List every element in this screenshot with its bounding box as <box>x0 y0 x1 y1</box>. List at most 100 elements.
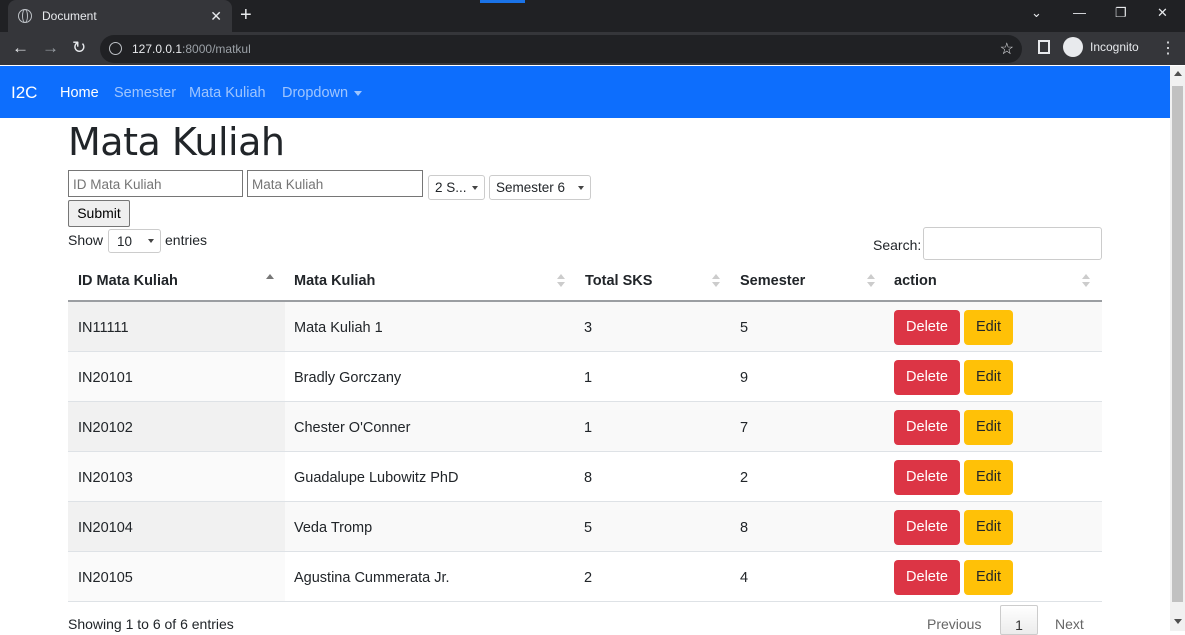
delete-button[interactable]: Delete <box>894 310 960 345</box>
tab-search-indicator <box>480 0 525 3</box>
incognito-icon <box>1063 37 1083 57</box>
table-row: IN20102 Chester O'Conner 1 7 Delete Edit <box>68 402 1102 452</box>
cell-semester: 5 <box>740 320 749 336</box>
delete-button[interactable]: Delete <box>894 560 960 595</box>
browser-tab[interactable]: Document ✕ <box>8 0 232 32</box>
nav-dropdown-label: Dropdown <box>282 85 349 101</box>
close-tab-icon[interactable]: ✕ <box>210 8 222 25</box>
reload-icon[interactable]: ↻ <box>72 38 86 58</box>
cell-sks: 1 <box>584 420 593 436</box>
entries-length-select[interactable]: 10 <box>108 229 161 253</box>
back-icon[interactable]: ← <box>12 38 29 58</box>
url-text[interactable]: 127.0.0.1:8000/matkul <box>132 42 251 56</box>
edit-button[interactable]: Edit <box>964 310 1013 345</box>
sort-asc-icon <box>266 274 274 288</box>
minimize-icon[interactable]: — <box>1073 5 1086 20</box>
restore-icon[interactable]: ❐ <box>1115 5 1127 21</box>
delete-button[interactable]: Delete <box>894 460 960 495</box>
bookmark-star-icon[interactable]: ☆ <box>1000 39 1014 59</box>
page-title: Mata Kuliah <box>68 120 285 164</box>
globe-icon <box>18 9 32 23</box>
scroll-up-icon[interactable] <box>1174 71 1182 76</box>
pagination-previous[interactable]: Previous <box>927 616 981 632</box>
nav-dropdown[interactable]: Dropdown <box>282 85 363 101</box>
id-mata-kuliah-input[interactable]: ID Mata Kuliah <box>68 170 243 197</box>
side-panel-icon[interactable] <box>1038 40 1050 54</box>
table-row: IN20103 Guadalupe Lubowitz PhD 8 2 Delet… <box>68 452 1102 502</box>
search-input[interactable] <box>923 227 1102 260</box>
semester-select[interactable]: Semester 6 <box>489 175 591 200</box>
edit-button[interactable]: Edit <box>964 460 1013 495</box>
caret-down-icon <box>354 90 363 96</box>
sks-select-value: 2 S... <box>435 180 467 195</box>
cell-semester: 2 <box>740 470 749 486</box>
entries-label: entries <box>165 232 208 248</box>
cell-id: IN20103 <box>78 470 133 486</box>
sort-icon <box>557 274 565 288</box>
cell-id: IN20105 <box>78 570 133 586</box>
cell-name: Mata Kuliah 1 <box>294 320 383 336</box>
pagination-next[interactable]: Next <box>1055 616 1084 632</box>
delete-button[interactable]: Delete <box>894 410 960 445</box>
column-header-name[interactable]: Mata Kuliah <box>294 263 375 301</box>
site-info-icon[interactable] <box>109 42 122 55</box>
nav-mata-kuliah[interactable]: Mata Kuliah <box>189 85 266 101</box>
nav-home[interactable]: Home <box>60 85 99 101</box>
edit-button[interactable]: Edit <box>964 510 1013 545</box>
sort-icon <box>712 274 720 288</box>
cell-id: IN20102 <box>78 420 133 436</box>
tab-title: Document <box>42 9 97 23</box>
cell-name: Agustina Cummerata Jr. <box>294 570 450 586</box>
cell-semester: 8 <box>740 520 749 536</box>
incognito-indicator[interactable]: Incognito <box>1063 37 1139 57</box>
cell-id: IN11111 <box>78 320 129 336</box>
cell-sks: 2 <box>584 570 593 586</box>
edit-button[interactable]: Edit <box>964 410 1013 445</box>
show-label: Show <box>68 232 104 248</box>
cell-semester: 7 <box>740 420 749 436</box>
forward-icon[interactable]: → <box>42 38 59 58</box>
edit-button[interactable]: Edit <box>964 360 1013 395</box>
browser-tab-bar: Document ✕ + ⌄ — ❐ ✕ <box>0 0 1185 32</box>
sks-select[interactable]: 2 S... <box>428 175 485 200</box>
cell-semester: 4 <box>740 570 749 586</box>
browser-menu-icon[interactable]: ⋮ <box>1160 38 1176 58</box>
nav-semester[interactable]: Semester <box>114 85 176 101</box>
delete-button[interactable]: Delete <box>894 360 960 395</box>
table-row: IN11111 Mata Kuliah 1 3 5 Delete Edit <box>68 302 1102 352</box>
cell-id: IN20104 <box>78 520 133 536</box>
search-label: Search: <box>873 237 922 253</box>
cell-name: Chester O'Conner <box>294 420 411 436</box>
mata-kuliah-input[interactable]: Mata Kuliah <box>247 170 423 197</box>
navbar: I2C Home Semester Mata Kuliah Dropdown <box>0 66 1170 118</box>
omnibox[interactable]: 127.0.0.1:8000/matkul ☆ <box>100 35 1022 63</box>
scrollbar-thumb[interactable] <box>1172 86 1183 602</box>
column-header-action[interactable]: action <box>894 263 937 301</box>
address-bar-area: ← → ↻ 127.0.0.1:8000/matkul ☆ Incognito … <box>0 32 1185 65</box>
cell-semester: 9 <box>740 370 749 386</box>
cell-sks: 8 <box>584 470 593 486</box>
submit-button[interactable]: Submit <box>68 200 130 227</box>
cell-name: Veda Tromp <box>294 520 373 536</box>
sort-icon <box>867 274 875 288</box>
navbar-brand[interactable]: I2C <box>11 83 37 103</box>
cell-name: Guadalupe Lubowitz PhD <box>294 470 459 486</box>
cell-name: Bradly Gorczany <box>294 370 402 386</box>
scroll-down-icon[interactable] <box>1174 619 1182 624</box>
new-tab-icon[interactable]: + <box>240 4 252 27</box>
sort-icon <box>1082 274 1090 288</box>
column-header-sks[interactable]: Total SKS <box>585 263 652 301</box>
url-host: 127.0.0.1 <box>132 42 183 56</box>
edit-button[interactable]: Edit <box>964 560 1013 595</box>
chevron-down-icon <box>578 186 584 190</box>
cell-id: IN20101 <box>78 370 133 386</box>
table-row: IN20101 Bradly Gorczany 1 9 Delete Edit <box>68 352 1102 402</box>
window-close-icon[interactable]: ✕ <box>1157 5 1168 21</box>
chevron-down-icon <box>472 186 478 190</box>
entries-length-value: 10 <box>117 234 133 249</box>
delete-button[interactable]: Delete <box>894 510 960 545</box>
column-header-id[interactable]: ID Mata Kuliah <box>78 263 178 301</box>
page-scrollbar[interactable] <box>1170 66 1185 631</box>
tab-search-chevron-icon[interactable]: ⌄ <box>1031 5 1042 21</box>
column-header-semester[interactable]: Semester <box>740 263 805 301</box>
